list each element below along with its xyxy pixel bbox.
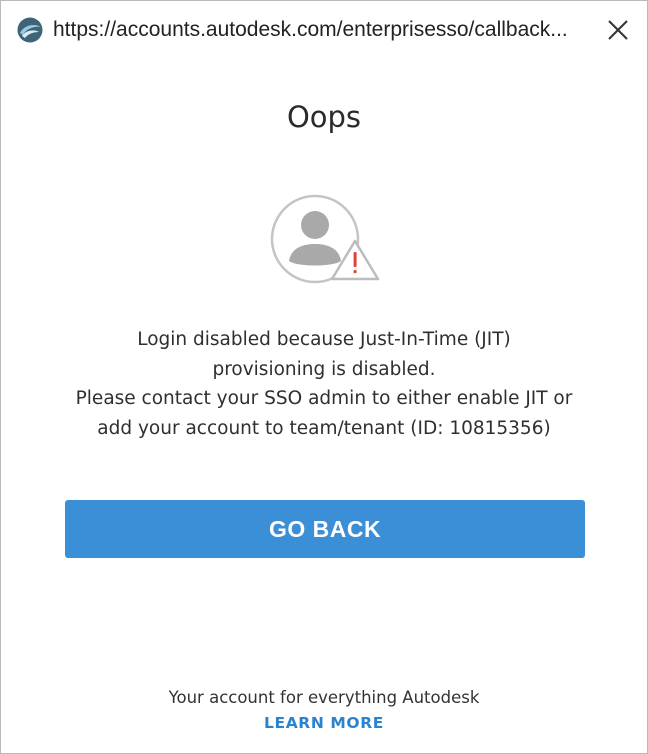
error-message: Login disabled because Just-In-Time (JIT… <box>41 325 607 443</box>
message-line: Please contact your SSO admin to either … <box>75 388 573 409</box>
footer-tagline: Your account for everything Autodesk <box>168 688 480 707</box>
title-bar: https://accounts.autodesk.com/enterprise… <box>1 1 647 57</box>
url-title: https://accounts.autodesk.com/enterprise… <box>53 18 568 41</box>
error-illustration <box>269 193 381 285</box>
sso-error-window: https://accounts.autodesk.com/enterprise… <box>0 0 648 754</box>
message-line: add your account to team/tenant (ID: 108… <box>97 417 551 439</box>
autodesk-logo-icon <box>16 16 44 44</box>
message-line: Login disabled because Just-In-Time (JIT… <box>137 329 511 350</box>
learn-more-link[interactable]: LEARN MORE <box>1 712 647 734</box>
message-line: provisioning is disabled. <box>212 358 436 380</box>
page-title: Oops <box>286 100 362 134</box>
close-icon[interactable] <box>603 15 633 45</box>
go-back-button[interactable]: GO BACK <box>65 500 585 558</box>
